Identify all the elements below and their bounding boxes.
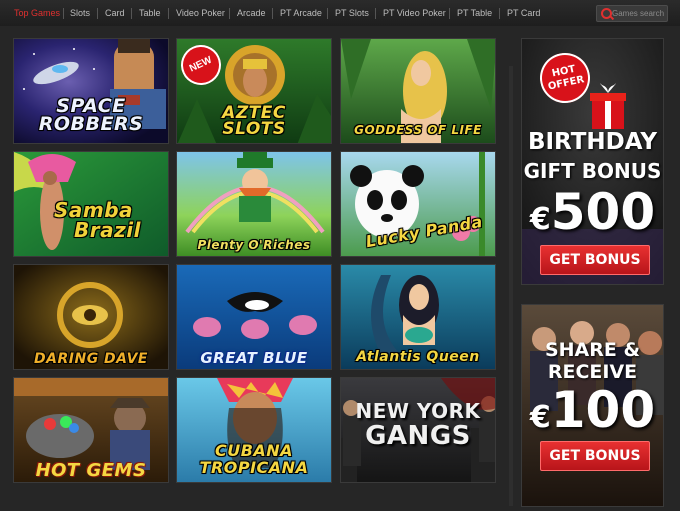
- top-navigation: Top Games Slots Card Table Video Poker A…: [0, 0, 680, 27]
- game-tile-hot-gems[interactable]: HOT GEMS: [13, 377, 169, 483]
- nav-separator: [229, 8, 230, 19]
- nav-item-top-games[interactable]: Top Games: [14, 0, 60, 26]
- game-tile-space-robbers[interactable]: SPACE ROBBERS: [13, 38, 169, 144]
- promo-line1: SHARE &: [544, 339, 641, 361]
- game-title: HOT GEMS: [35, 460, 147, 481]
- nav-item-card[interactable]: Card: [105, 0, 125, 26]
- nav-item-video-poker[interactable]: Video Poker: [176, 0, 225, 26]
- game-title: GREAT BLUE: [200, 349, 308, 367]
- birthday-bonus-promo[interactable]: HOT OFFER BIRTHDAY GIFT BONUS €500 GET BO…: [521, 38, 664, 285]
- game-tile-cubana-tropicana[interactable]: CUBANA TROPICANA: [176, 377, 332, 483]
- games-search-input[interactable]: [612, 6, 666, 21]
- nav-item-arcade[interactable]: Arcade: [237, 0, 266, 26]
- game-tile-new-york-gangs[interactable]: NEW YORK GANGS: [340, 377, 496, 483]
- nav-item-slots[interactable]: Slots: [70, 0, 90, 26]
- share-receive-promo[interactable]: SHARE & RECEIVE €100 GET BONUS: [521, 304, 664, 507]
- nav-separator: [449, 8, 450, 19]
- game-tile-plenty-o-riches[interactable]: Plenty O'Riches: [176, 151, 332, 257]
- nav-separator: [499, 8, 500, 19]
- game-title: AZTEC SLOTS: [222, 103, 286, 139]
- nav-item-pt-arcade[interactable]: PT Arcade: [280, 0, 322, 26]
- game-title: CUBANA TROPICANA: [199, 441, 309, 477]
- game-title: NEW YORK GANGS: [355, 399, 481, 451]
- nav-item-pt-card[interactable]: PT Card: [507, 0, 540, 26]
- game-title: Samba Brazil: [54, 198, 141, 242]
- get-bonus-button[interactable]: GET BONUS: [540, 245, 650, 275]
- promo-line1: BIRTHDAY: [527, 129, 658, 155]
- promo-line2: GIFT BONUS: [523, 159, 662, 183]
- game-title: Plenty O'Riches: [197, 238, 311, 252]
- get-bonus-button[interactable]: GET BONUS: [540, 441, 650, 471]
- game-tile-great-blue[interactable]: GREAT BLUE: [176, 264, 332, 370]
- promo-amount: €100: [529, 381, 656, 439]
- nav-item-pt-video-poker[interactable]: PT Video Poker: [383, 0, 446, 26]
- game-title: GODDESS OF LIFE: [354, 123, 482, 137]
- game-tile-aztec-slots[interactable]: NEW AZTEC SLOTS: [176, 38, 332, 144]
- nav-item-table[interactable]: Table: [139, 0, 161, 26]
- nav-separator: [272, 8, 273, 19]
- search-icon[interactable]: [601, 8, 612, 19]
- game-tile-atlantis-queen[interactable]: Atlantis Queen: [340, 264, 496, 370]
- scrollbar[interactable]: [509, 66, 513, 506]
- game-tile-daring-dave[interactable]: DARING DAVE: [13, 264, 169, 370]
- games-search-box[interactable]: [596, 5, 668, 22]
- nav-separator: [375, 8, 376, 19]
- game-title: Atlantis Queen: [356, 349, 480, 365]
- game-title: SPACE ROBBERS: [38, 95, 144, 135]
- game-tile-goddess-of-life[interactable]: GODDESS OF LIFE: [340, 38, 496, 144]
- nav-separator: [327, 8, 328, 19]
- nav-item-pt-slots[interactable]: PT Slots: [335, 0, 369, 26]
- game-title: DARING DAVE: [34, 351, 148, 367]
- promo-amount: €500: [529, 183, 656, 241]
- promo-line2: RECEIVE: [547, 361, 638, 383]
- nav-separator: [131, 8, 132, 19]
- nav-item-pt-table[interactable]: PT Table: [457, 0, 492, 26]
- nav-separator: [97, 8, 98, 19]
- nav-separator: [63, 8, 64, 19]
- game-tile-lucky-panda[interactable]: Lucky Panda: [340, 151, 496, 257]
- game-tile-samba-brazil[interactable]: Samba Brazil: [13, 151, 169, 257]
- nav-separator: [168, 8, 169, 19]
- game-lobby: SPACE ROBBERS NEW AZTEC SLOTS GODDESS OF L…: [0, 26, 680, 511]
